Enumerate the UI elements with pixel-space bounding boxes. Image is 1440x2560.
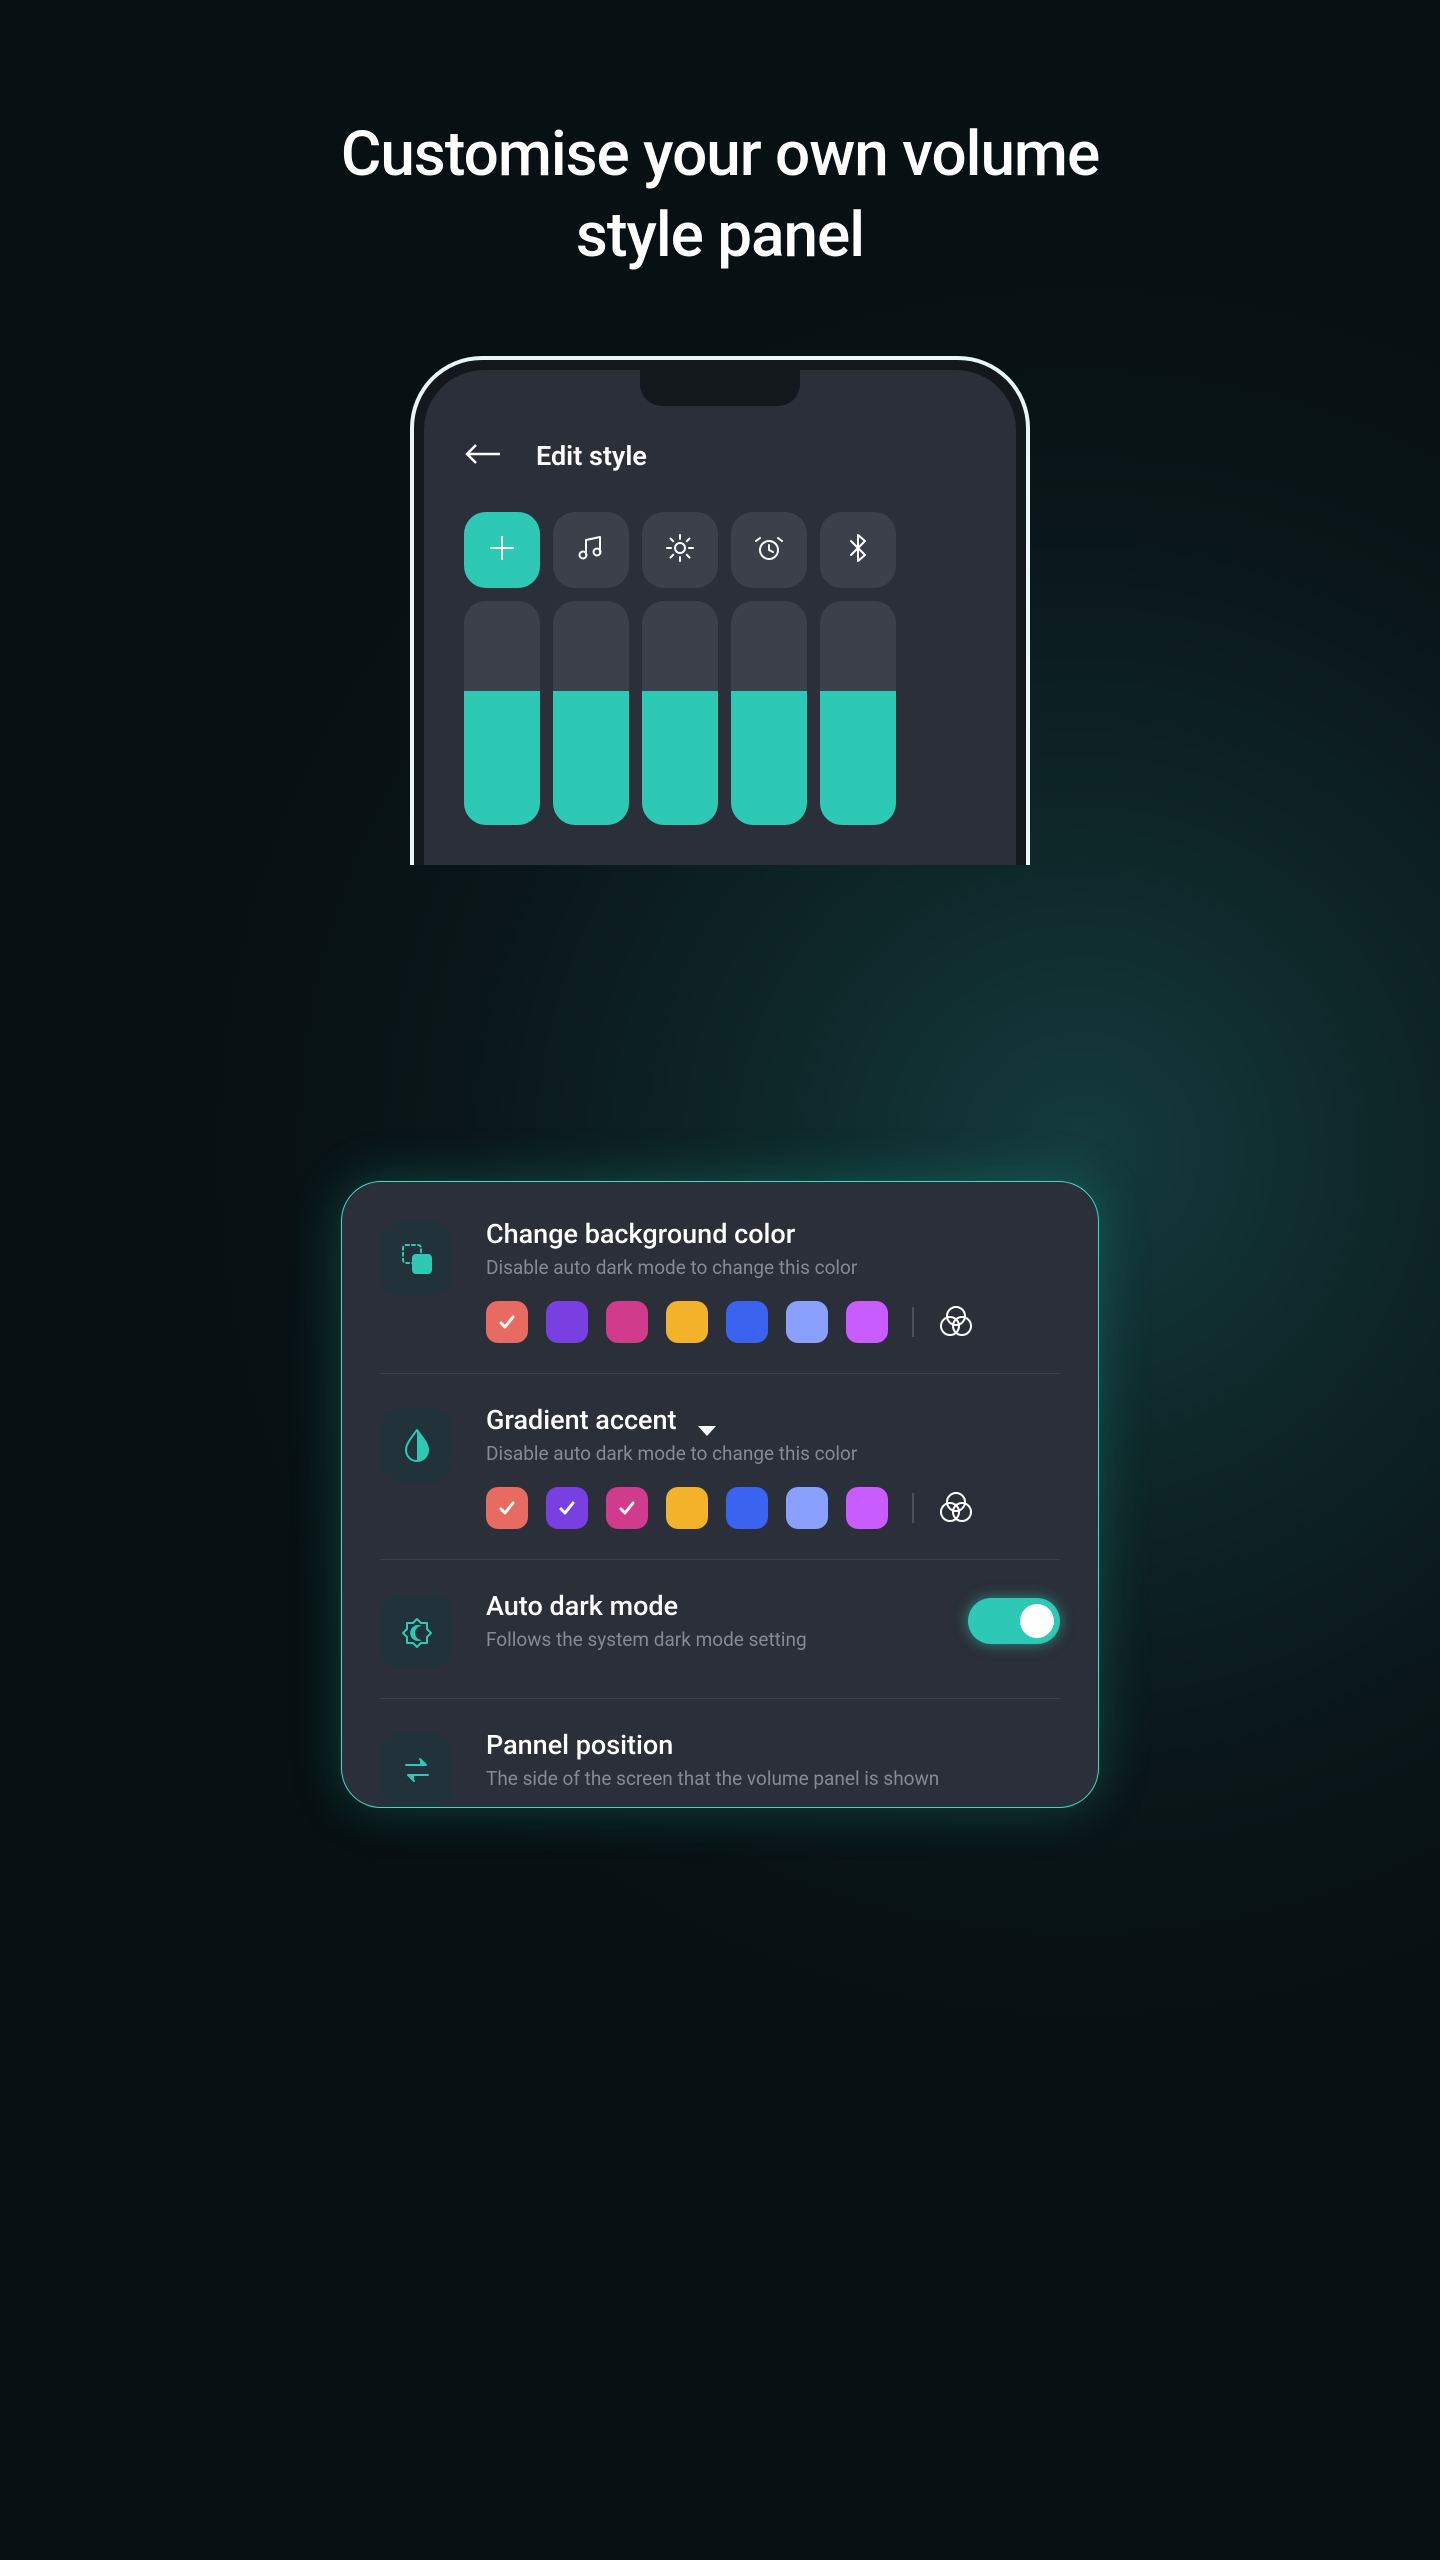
- swatch-divider: [912, 1307, 914, 1337]
- back-icon[interactable]: [464, 443, 502, 469]
- phone-frame: Edit style: [410, 356, 1030, 865]
- setting-gradient-accent: Gradient accent Disable auto dark mode t…: [380, 1404, 1060, 1560]
- music-icon: [576, 533, 606, 567]
- phone-screen: Edit style: [424, 370, 1016, 865]
- toggle-knob: [1020, 1604, 1054, 1638]
- color-swatch[interactable]: [726, 1301, 768, 1343]
- color-swatch-row: [486, 1487, 1060, 1529]
- phone-notch: [640, 370, 800, 406]
- app-header: Edit style: [464, 440, 976, 472]
- setting-desc: Disable auto dark mode to change this co…: [486, 1442, 1060, 1465]
- color-swatch[interactable]: [786, 1301, 828, 1343]
- setting-desc: The side of the screen that the volume p…: [486, 1767, 1060, 1790]
- setting-panel-position: Pannel position The side of the screen t…: [380, 1729, 1060, 1807]
- color-swatch[interactable]: [486, 1487, 528, 1529]
- brightness-icon: [665, 533, 695, 567]
- volume-sliders: [464, 601, 976, 825]
- volume-slider[interactable]: [464, 601, 540, 825]
- color-swatch-row: [486, 1301, 1060, 1343]
- setting-title: Auto dark mode: [486, 1590, 936, 1622]
- bluetooth-icon: [843, 533, 873, 567]
- color-swatch[interactable]: [486, 1301, 528, 1343]
- color-picker-icon[interactable]: [938, 1490, 974, 1526]
- tile-brightness[interactable]: [642, 512, 718, 588]
- tile-add[interactable]: [464, 512, 540, 588]
- droplet-icon: [380, 1408, 454, 1482]
- color-picker-icon[interactable]: [938, 1304, 974, 1340]
- app-title: Edit style: [536, 440, 647, 472]
- setting-auto-dark-mode: Auto dark mode Follows the system dark m…: [380, 1590, 1060, 1699]
- color-swatch[interactable]: [666, 1301, 708, 1343]
- setting-desc: Disable auto dark mode to change this co…: [486, 1256, 1060, 1279]
- color-swatch[interactable]: [606, 1301, 648, 1343]
- alarm-icon: [754, 533, 784, 567]
- setting-background-color: Change background color Disable auto dar…: [380, 1218, 1060, 1374]
- swap-icon: [380, 1733, 454, 1807]
- dark-mode-icon: [380, 1594, 454, 1668]
- setting-desc: Follows the system dark mode setting: [486, 1628, 936, 1651]
- color-swatch[interactable]: [666, 1487, 708, 1529]
- dark-mode-toggle[interactable]: [968, 1598, 1060, 1644]
- setting-title: Pannel position: [486, 1729, 1060, 1761]
- color-swatch[interactable]: [786, 1487, 828, 1529]
- volume-slider[interactable]: [820, 601, 896, 825]
- settings-panel: Change background color Disable auto dar…: [341, 1181, 1099, 1808]
- toggle-tile-row: [464, 512, 976, 588]
- setting-title: Change background color: [486, 1218, 1060, 1250]
- color-swatch[interactable]: [606, 1487, 648, 1529]
- tile-music[interactable]: [553, 512, 629, 588]
- setting-title-text: Gradient accent: [486, 1404, 677, 1436]
- headline: Customise your own volume style panel: [306, 115, 1134, 276]
- color-swatch[interactable]: [846, 1487, 888, 1529]
- plus-icon: [487, 533, 517, 567]
- color-swatch[interactable]: [546, 1301, 588, 1343]
- tile-alarm[interactable]: [731, 512, 807, 588]
- volume-slider[interactable]: [731, 601, 807, 825]
- swatch-divider: [912, 1493, 914, 1523]
- color-swatch[interactable]: [546, 1487, 588, 1529]
- color-swatch[interactable]: [846, 1301, 888, 1343]
- volume-slider[interactable]: [553, 601, 629, 825]
- setting-title: Gradient accent: [486, 1404, 1060, 1436]
- color-swatch[interactable]: [726, 1487, 768, 1529]
- volume-slider[interactable]: [642, 601, 718, 825]
- tile-bluetooth[interactable]: [820, 512, 896, 588]
- layers-icon: [380, 1222, 454, 1296]
- chevron-down-icon[interactable]: [697, 1413, 717, 1427]
